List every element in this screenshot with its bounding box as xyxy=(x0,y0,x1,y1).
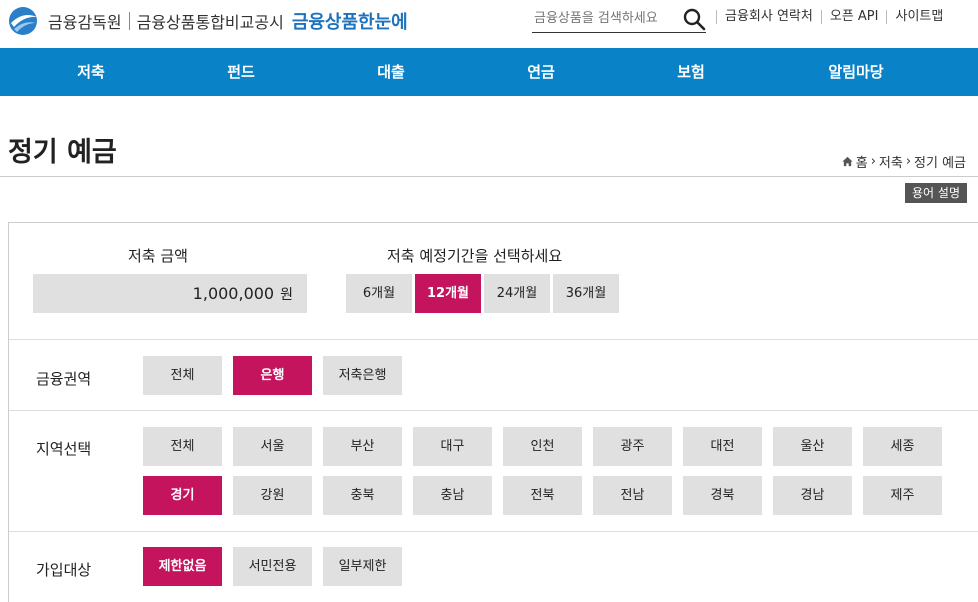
breadcrumb-home[interactable]: 홈 xyxy=(856,152,868,171)
nav-item-savings[interactable]: 저축 xyxy=(31,48,151,96)
link-financial-contacts[interactable]: 금융회사 연락처 xyxy=(716,10,821,24)
brand-name: 금융상품한눈에 xyxy=(291,12,408,33)
search-icon[interactable] xyxy=(682,7,706,31)
eligibility-label: 가입대상 xyxy=(36,561,92,579)
amount-unit: 원 xyxy=(280,287,293,303)
region-option-incheon[interactable]: 인천 xyxy=(503,427,582,466)
search-box xyxy=(532,6,706,33)
title-divider xyxy=(0,176,978,177)
region-option-jeonnam[interactable]: 전남 xyxy=(593,476,672,515)
row-divider xyxy=(9,339,978,340)
region-option-gyeongbuk[interactable]: 경북 xyxy=(683,476,762,515)
region-option-all[interactable]: 전체 xyxy=(143,427,222,466)
period-option-6m[interactable]: 6개월 xyxy=(346,274,412,313)
page-title: 정기 예금 xyxy=(8,137,117,168)
eligibility-option-low-income[interactable]: 서민전용 xyxy=(233,547,312,586)
link-sitemap[interactable]: 사이트맵 xyxy=(886,10,951,24)
search-input[interactable] xyxy=(532,6,677,30)
region-option-ulsan[interactable]: 울산 xyxy=(773,427,852,466)
region-option-gangwon[interactable]: 강원 xyxy=(233,476,312,515)
amount-value: 1,000,000 xyxy=(192,284,275,303)
eligibility-option-unrestricted[interactable]: 제한없음 xyxy=(143,547,222,586)
row-divider xyxy=(9,410,978,411)
home-icon xyxy=(842,156,853,167)
region-option-gwangju[interactable]: 광주 xyxy=(593,427,672,466)
region-option-chungnam[interactable]: 충남 xyxy=(413,476,492,515)
row-divider xyxy=(9,531,978,532)
period-option-12m[interactable]: 12개월 xyxy=(415,274,481,313)
period-option-24m[interactable]: 24개월 xyxy=(484,274,550,313)
nav-item-insurance[interactable]: 보험 xyxy=(631,48,751,96)
period-option-36m[interactable]: 36개월 xyxy=(553,274,619,313)
region-option-jeonbuk[interactable]: 전북 xyxy=(503,476,582,515)
breadcrumb-current: 정기 예금 xyxy=(914,156,966,171)
region-option-sejong[interactable]: 세종 xyxy=(863,427,942,466)
chevron-right-icon: › xyxy=(870,154,876,169)
chevron-right-icon: › xyxy=(905,154,912,169)
sector-option-savings-bank[interactable]: 저축은행 xyxy=(323,356,402,395)
eligibility-option-partial[interactable]: 일부제한 xyxy=(323,547,402,586)
sector-option-bank[interactable]: 은행 xyxy=(233,356,312,395)
period-label: 저축 예정기간을 선택하세요 xyxy=(387,247,563,265)
fss-logo-icon xyxy=(6,5,42,37)
amount-label: 저축 금액 xyxy=(128,247,188,265)
logo-divider xyxy=(128,12,130,30)
breadcrumb-savings[interactable]: 저축 xyxy=(879,152,903,171)
sector-option-all[interactable]: 전체 xyxy=(143,356,222,395)
nav-item-pension[interactable]: 연금 xyxy=(481,48,601,96)
service-name: 금융상품통합비교공시 xyxy=(136,13,284,32)
region-option-seoul[interactable]: 서울 xyxy=(233,427,312,466)
region-option-gyeongnam[interactable]: 경남 xyxy=(773,476,852,515)
region-option-jeju[interactable]: 제주 xyxy=(863,476,942,515)
org-name: 금융감독원 xyxy=(48,13,122,32)
glossary-button[interactable]: 용어 설명 xyxy=(905,183,967,203)
region-option-gyeonggi[interactable]: 경기 xyxy=(143,476,222,515)
nav-item-loan[interactable]: 대출 xyxy=(331,48,451,96)
region-option-daejeon[interactable]: 대전 xyxy=(683,427,762,466)
region-option-daegu[interactable]: 대구 xyxy=(413,427,492,466)
site-logo[interactable]: 금융감독원 금융상품통합비교공시 금융상품한눈에 xyxy=(6,4,408,38)
amount-field[interactable]: 1,000,000 원 xyxy=(33,274,307,313)
region-option-chungbuk[interactable]: 충북 xyxy=(323,476,402,515)
main-nav: 저축 펀드 대출 연금 보험 알림마당 xyxy=(0,48,978,96)
breadcrumb: 홈 › 저축 › 정기 예금 xyxy=(842,152,966,171)
region-label: 지역선택 xyxy=(36,440,92,458)
utility-links: 금융회사 연락처 오픈 API 사이트맵 xyxy=(716,10,951,24)
nav-item-fund[interactable]: 펀드 xyxy=(181,48,301,96)
top-header: 금융감독원 금융상품통합비교공시 금융상품한눈에 금융회사 연락처 오픈 API… xyxy=(0,0,978,48)
link-open-api[interactable]: 오픈 API xyxy=(820,10,887,24)
region-option-busan[interactable]: 부산 xyxy=(323,427,402,466)
sector-label: 금융권역 xyxy=(36,370,92,388)
nav-item-notice[interactable]: 알림마당 xyxy=(796,48,916,96)
